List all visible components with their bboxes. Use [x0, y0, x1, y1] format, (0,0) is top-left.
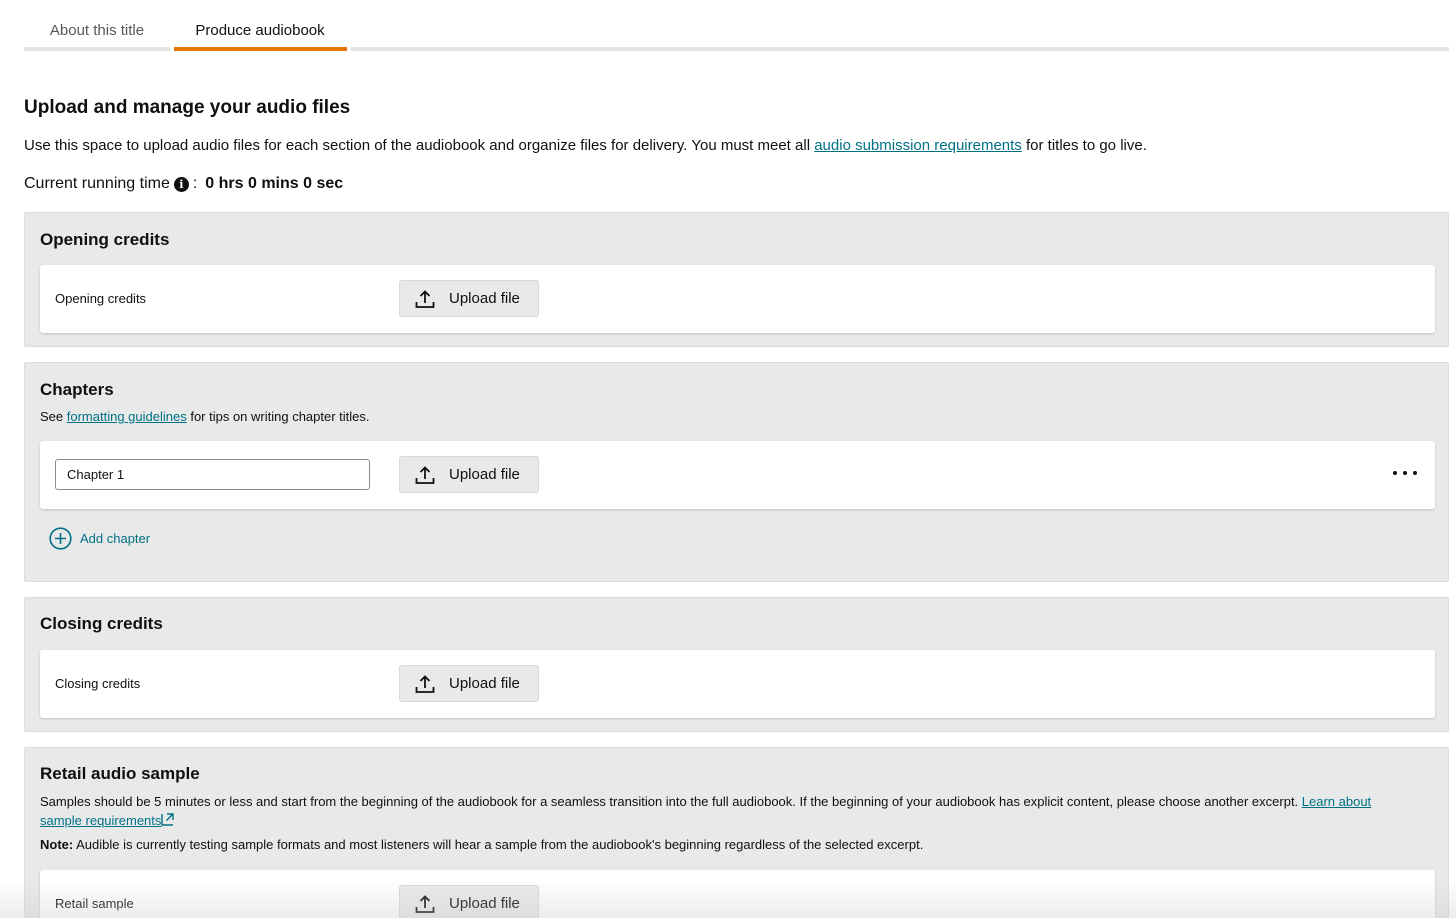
more-horizontal-icon	[1393, 471, 1397, 475]
audio-submission-requirements-link[interactable]: audio submission requirements	[814, 137, 1022, 154]
external-link-icon	[161, 813, 175, 826]
closing-credits-label: Closing credits	[55, 676, 141, 691]
running-time-value: 0 hrs 0 mins 0 sec	[205, 175, 344, 192]
running-time: Current running time i : 0 hrs 0 mins 0 …	[24, 175, 343, 193]
upload-file-label: Upload file	[449, 466, 520, 483]
upload-file-button[interactable]: Upload file	[399, 280, 539, 317]
chapters-desc-text: See	[40, 409, 67, 424]
upload-icon	[415, 465, 435, 484]
chapters-description: See formatting guidelines for tips on wr…	[40, 409, 370, 424]
chapter-card: Upload file	[40, 441, 1435, 509]
retail-audio-sample-heading: Retail audio sample	[40, 764, 200, 783]
opening-credits-card: Opening credits Upload file	[40, 265, 1435, 333]
retail-sample-note: Note: Audible is currently testing sampl…	[40, 837, 923, 852]
more-options-button[interactable]	[1393, 463, 1417, 483]
note-label: Note:	[40, 837, 74, 852]
retail-sample-label: Retail sample	[55, 896, 134, 911]
retail-desc-text: Samples should be 5 minutes or less and …	[40, 794, 1302, 809]
intro-text-end: for titles to go live.	[1021, 137, 1147, 154]
upload-icon	[415, 894, 435, 913]
add-chapter-label: Add chapter	[80, 531, 151, 546]
closing-credits-heading: Closing credits	[40, 614, 163, 633]
more-horizontal-icon	[1403, 471, 1407, 475]
tab-about-this-title[interactable]: About this title	[24, 0, 170, 51]
tab-bar: About this title Produce audiobook	[24, 0, 1449, 54]
upload-file-button[interactable]: Upload file	[399, 885, 539, 918]
closing-credits-section: Closing credits Closing credits Upload f…	[24, 597, 1449, 732]
upload-icon	[415, 674, 435, 693]
upload-file-label: Upload file	[449, 895, 520, 912]
plus-circle-icon	[49, 527, 72, 550]
page-title: Upload and manage your audio files	[24, 97, 351, 118]
upload-file-label: Upload file	[449, 290, 520, 307]
tab-divider	[170, 47, 174, 51]
upload-file-button[interactable]: Upload file	[399, 665, 539, 702]
add-chapter-button[interactable]: Add chapter	[49, 527, 150, 550]
sample-requirements-link[interactable]: sample requirements	[40, 813, 161, 828]
opening-credits-label: Opening credits	[55, 291, 147, 306]
upload-file-button[interactable]: Upload file	[399, 456, 539, 493]
chapters-section: Chapters See formatting guidelines for t…	[24, 362, 1449, 582]
intro-text: Use this space to upload audio files for…	[24, 137, 815, 154]
tab-produce-audiobook[interactable]: Produce audiobook	[173, 0, 347, 51]
page-intro: Use this space to upload audio files for…	[24, 137, 1147, 154]
retail-audio-sample-section: Retail audio sample Samples should be 5 …	[24, 747, 1449, 918]
more-horizontal-icon	[1413, 471, 1417, 475]
upload-icon	[415, 289, 435, 308]
retail-sample-description: Samples should be 5 minutes or less and …	[40, 792, 1420, 830]
retail-sample-card: Retail sample Upload file	[40, 870, 1435, 918]
note-text: Audible is currently testing sample form…	[73, 837, 924, 852]
formatting-guidelines-link[interactable]: formatting guidelines	[67, 409, 187, 424]
upload-file-label: Upload file	[449, 675, 520, 692]
closing-credits-card: Closing credits Upload file	[40, 650, 1435, 718]
tab-divider	[347, 47, 351, 51]
info-icon[interactable]: i	[173, 176, 189, 192]
chapters-desc-text-end: for tips on writing chapter titles.	[186, 409, 370, 424]
running-time-label: Current running time	[24, 175, 170, 192]
running-time-colon: :	[192, 175, 198, 192]
opening-credits-section: Opening credits Opening credits Upload f…	[24, 212, 1449, 347]
chapters-heading: Chapters	[40, 380, 114, 399]
opening-credits-heading: Opening credits	[40, 230, 170, 249]
learn-about-link[interactable]: Learn about	[1302, 794, 1371, 809]
chapter-title-input[interactable]	[55, 459, 370, 490]
